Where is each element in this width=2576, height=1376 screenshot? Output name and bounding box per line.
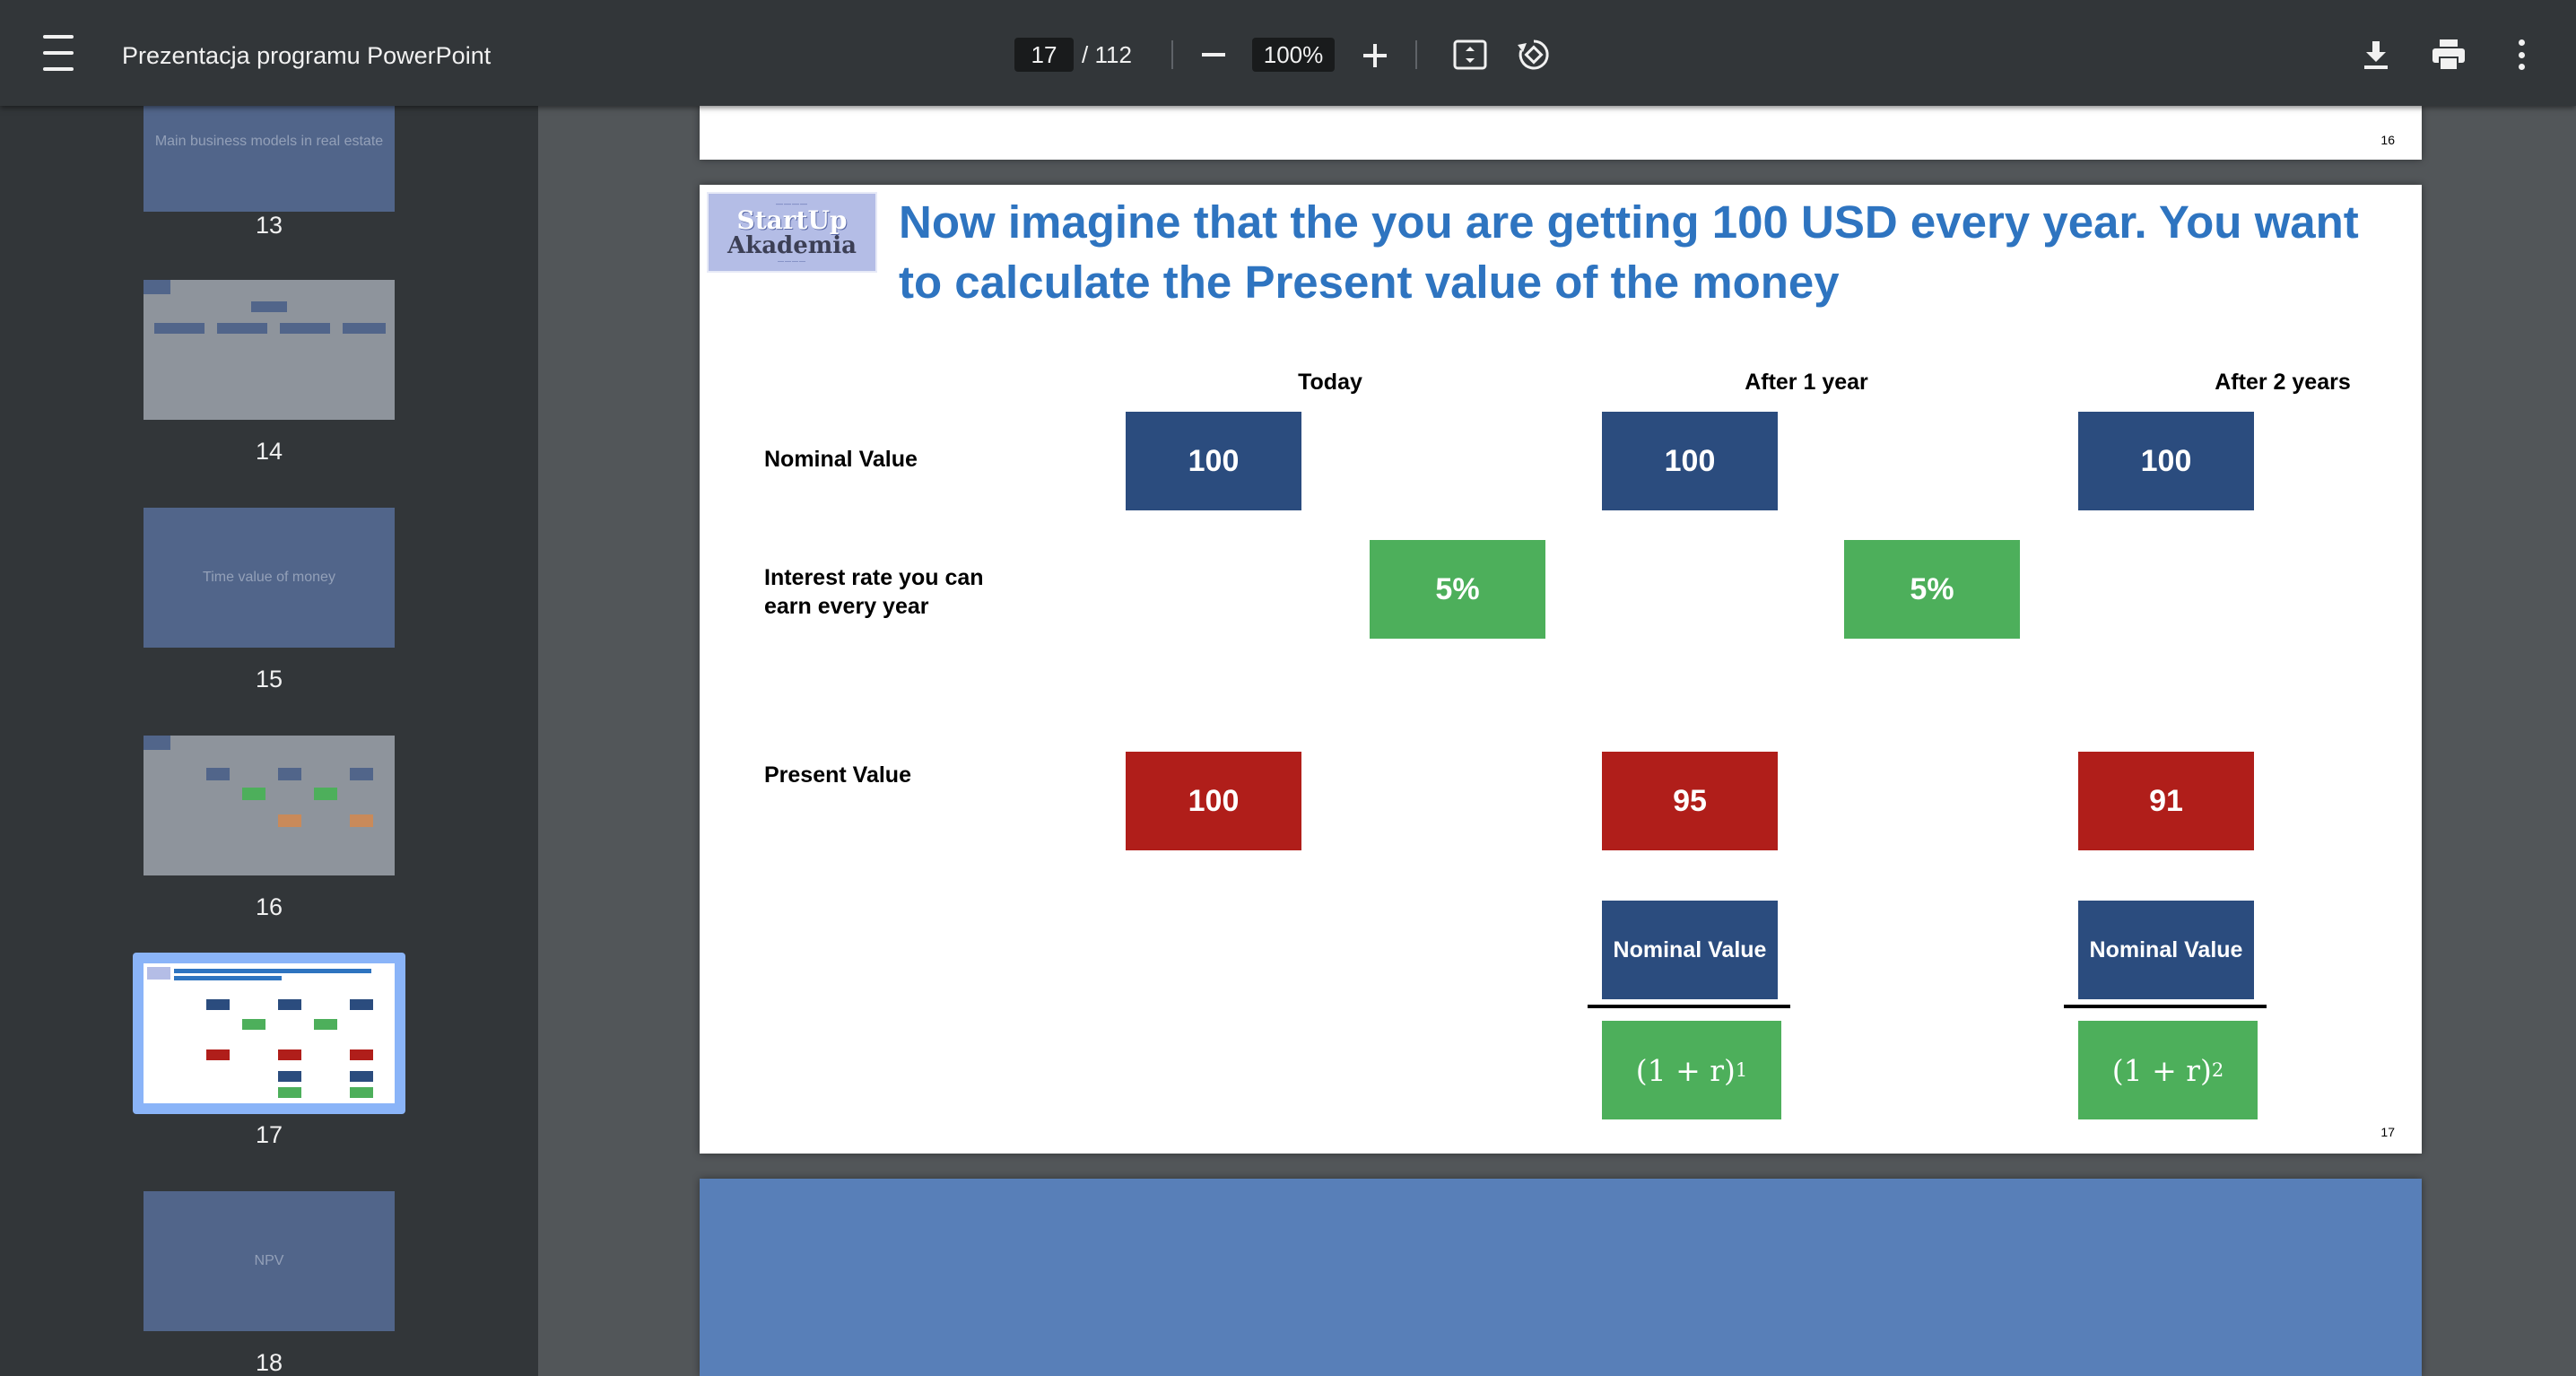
nominal-value-year-2: 100 (2078, 412, 2254, 510)
formula-base: (1 + r) (2111, 1052, 2212, 1088)
thumbnail-text: Time value of money (203, 570, 335, 585)
thumbnail-text: Main business models in real estate (154, 134, 384, 149)
formula-exponent: 1 (1735, 1059, 1748, 1081)
thumbnail-18[interactable]: NPV (144, 1191, 395, 1331)
download-icon[interactable] (2359, 38, 2393, 72)
pdf-toolbar: Prezentacja programu PowerPoint 17 / 112… (0, 0, 2576, 106)
thumbnail-17[interactable] (144, 963, 395, 1103)
thumbnail-text: NPV (254, 1253, 284, 1268)
thumbnail-number: 14 (255, 438, 283, 465)
page-number-input[interactable]: 17 (1014, 38, 1074, 72)
nominal-value-year-1: 100 (1602, 412, 1778, 510)
toolbar-divider (1415, 40, 1417, 69)
logo-tagline: ———— (778, 258, 806, 265)
fraction-numerator-1: Nominal Value (1602, 901, 1778, 999)
rotate-icon[interactable] (1516, 38, 1552, 72)
menu-icon[interactable] (39, 35, 77, 71)
thumbnail-13[interactable]: Main business models in real estate (144, 106, 395, 212)
page-number: 16 (2380, 133, 2395, 147)
row-label-present-value: Present Value (764, 762, 911, 788)
thumbnail-16[interactable] (144, 736, 395, 875)
column-header-after-2-years: After 2 years (2215, 370, 2351, 395)
logo-text: StartUp (736, 205, 848, 235)
thumbnail-number: 16 (255, 893, 283, 920)
document-title: Prezentacja programu PowerPoint (122, 42, 492, 69)
slide-title: Now imagine that the you are getting 100… (899, 196, 2359, 308)
thumbnail-number: 15 (255, 666, 283, 692)
thumbnail-15[interactable]: Time value of money (144, 508, 395, 648)
fraction-denominator-2: (1 + r) 2 (2078, 1021, 2258, 1119)
formula-base: (1 + r) (1635, 1052, 1736, 1088)
startup-akademia-logo: ———— StartUp Akademia ———— (707, 192, 877, 273)
fraction-denominator-1: (1 + r) 1 (1602, 1021, 1781, 1119)
thumbnail-number: 18 (255, 1349, 283, 1376)
row-label-nominal-value: Nominal Value (764, 447, 918, 472)
zoom-out-icon[interactable] (1198, 39, 1229, 70)
interest-rate-1: 5% (1370, 540, 1545, 639)
thumbnail-sidebar[interactable]: Main business models in real estate 13 1… (0, 106, 538, 1376)
fraction-numerator-2: Nominal Value (2078, 901, 2254, 999)
column-header-today: Today (1298, 370, 1362, 395)
formula-exponent: 2 (2211, 1059, 2224, 1081)
column-header-after-1-year: After 1 year (1745, 370, 1868, 395)
more-options-icon[interactable] (2508, 39, 2535, 70)
present-value-today: 100 (1126, 752, 1301, 850)
fraction-bar (2064, 1005, 2267, 1008)
present-value-year-1: 95 (1602, 752, 1778, 850)
logo-text: Akademia (727, 232, 857, 259)
page-number: 17 (2380, 1125, 2395, 1139)
thumbnail-14[interactable] (144, 280, 395, 420)
interest-rate-2: 5% (1844, 540, 2020, 639)
nominal-value-today: 100 (1126, 412, 1301, 510)
pdf-page-17: ———— StartUp Akademia ———— Now imagine t… (700, 185, 2422, 1154)
present-value-year-2: 91 (2078, 752, 2254, 850)
fraction-bar (1588, 1005, 1790, 1008)
thumbnail-number: 17 (255, 1121, 283, 1148)
thumbnail-number: 13 (255, 212, 283, 239)
page-total: / 112 (1082, 41, 1132, 68)
pdf-page-16: 16 (700, 106, 2422, 160)
fit-to-page-icon[interactable] (1453, 39, 1487, 70)
toolbar-divider (1171, 40, 1173, 69)
row-label-interest-rate: Interest rate you can earn every year (764, 565, 984, 619)
zoom-input[interactable]: 100% (1252, 38, 1335, 72)
pdf-page-18 (700, 1179, 2422, 1376)
print-icon[interactable] (2431, 38, 2467, 72)
zoom-in-icon[interactable] (1359, 39, 1391, 72)
